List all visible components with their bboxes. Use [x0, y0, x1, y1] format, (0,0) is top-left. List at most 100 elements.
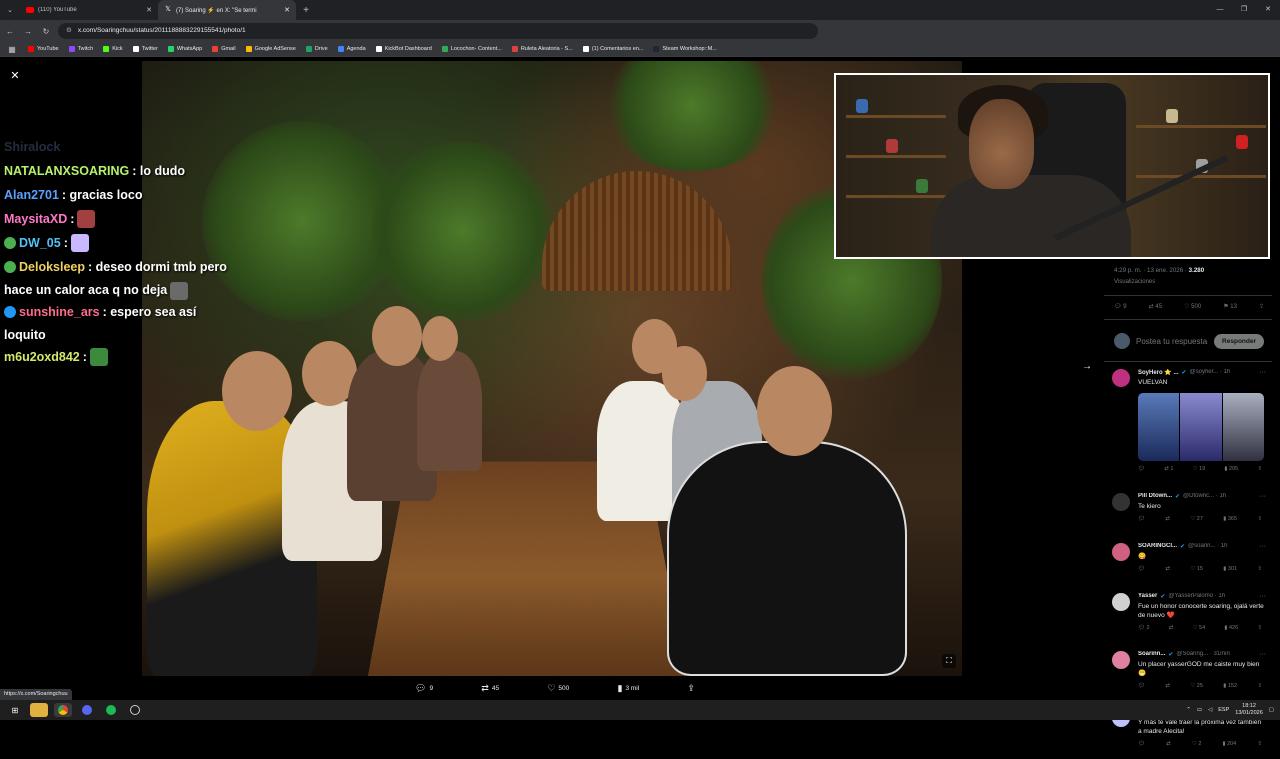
spotify-icon[interactable]	[102, 703, 120, 717]
analytics-icon[interactable]: ▮ 365	[1223, 516, 1237, 522]
bookmark-item[interactable]: Locochon- Content...	[441, 46, 502, 52]
more-options-icon[interactable]: ···	[1259, 543, 1266, 550]
tweet-media[interactable]	[1138, 393, 1264, 461]
reply-tweet[interactable]: Yasser ✔ @YasserPalomo · 1h ··· Fue un honor…	[1112, 593, 1267, 643]
tweet-author-name[interactable]: SoyHero ⭐ ...	[1138, 369, 1178, 376]
reply-icon[interactable]: 💬︎ 2	[1138, 625, 1150, 631]
tweet-author-name[interactable]: Yasser	[1138, 593, 1157, 600]
reply-input[interactable]: Postea tu respuesta	[1136, 337, 1208, 346]
repost-icon[interactable]: ⇄	[1166, 741, 1171, 747]
reload-icon[interactable]: ↻	[40, 27, 52, 36]
avatar[interactable]	[1112, 593, 1130, 611]
heart-icon[interactable]: ♡ 25	[1190, 683, 1203, 689]
bookmark-item[interactable]: KickBot Dashboard	[375, 46, 432, 52]
repost-icon[interactable]: ⇄ 1	[1164, 466, 1173, 472]
analytics-icon[interactable]: ▮ 204	[1223, 741, 1237, 747]
analytics-icon[interactable]: ▮ 426	[1224, 625, 1238, 631]
repost-button[interactable]: ⇄ 45	[481, 681, 499, 695]
network-icon[interactable]: ▭	[1197, 707, 1202, 713]
like-button[interactable]: ♡ 500	[547, 681, 569, 695]
site-info-icon[interactable]: ⚙	[66, 23, 72, 39]
reply-icon[interactable]: 💬︎	[1138, 566, 1145, 572]
share-icon[interactable]: ⇪	[1257, 625, 1262, 631]
reply-tweet[interactable]: SoyHero ⭐ ... ✔ @soyher... · 1h ··· VUELVAN 💬…	[1112, 369, 1267, 487]
like-stat[interactable]: ♡ 500	[1184, 303, 1201, 310]
reply-icon[interactable]: 💬︎	[1138, 516, 1145, 522]
views-button[interactable]: ▮ 3 mil	[617, 681, 639, 695]
share-icon[interactable]: ⇪	[1257, 683, 1262, 689]
heart-icon[interactable]: ♡ 54	[1193, 625, 1206, 631]
windows-start-icon[interactable]: ⊞	[6, 703, 24, 717]
share-icon[interactable]: ⇪	[1257, 516, 1262, 522]
share-icon[interactable]: ⇪	[1259, 303, 1264, 310]
chevron-up-icon[interactable]: ⌃	[1186, 707, 1191, 713]
more-options-icon[interactable]: ···	[1259, 593, 1266, 600]
analytics-icon[interactable]: ▮ 301	[1223, 566, 1237, 572]
obs-icon[interactable]	[126, 703, 144, 717]
apps-grid-icon[interactable]: ▦	[6, 45, 18, 54]
tab-search-icon[interactable]: ⌄	[0, 6, 20, 14]
close-icon[interactable]: ✕	[8, 69, 22, 83]
reply-icon[interactable]: 💬︎	[1138, 466, 1145, 472]
url-bar[interactable]: ⚙ x.com/Soaringchuu/status/2011188883229…	[58, 23, 818, 39]
back-arrow-icon[interactable]: ←	[4, 27, 16, 36]
analytics-icon[interactable]: ▮ 205	[1224, 466, 1238, 472]
reply-stat[interactable]: 💬︎ 9	[1114, 303, 1127, 310]
bookmark-item[interactable]: Steam Workshop::M...	[653, 46, 717, 52]
forward-arrow-icon[interactable]: →	[22, 27, 34, 36]
reply-submit-button[interactable]: Responder	[1214, 333, 1264, 349]
bookmark-item[interactable]: WhatsApp	[167, 46, 202, 52]
bookmark-stat[interactable]: ⚑ 13	[1223, 303, 1237, 310]
tab-youtube[interactable]: (110) YouTube ✕	[20, 0, 158, 20]
heart-icon[interactable]: ♡ 27	[1190, 516, 1203, 522]
reply-icon[interactable]: 💬︎	[1138, 683, 1145, 689]
share-icon[interactable]: ⇪	[1257, 466, 1262, 472]
bookmark-item[interactable]: Twitter	[132, 46, 158, 52]
bookmark-item[interactable]: Drive	[305, 46, 328, 52]
tweet-author-name[interactable]: Pill Dtown...	[1138, 493, 1172, 500]
file-explorer-icon[interactable]	[30, 703, 48, 717]
tab-x-post[interactable]: 𝕏 (7) Soaring ⚡ en X: "Se termi ✕	[158, 0, 296, 20]
avatar[interactable]	[1112, 493, 1130, 511]
bookmark-item[interactable]: Ruleta Aleatoria - S...	[511, 46, 573, 52]
bookmark-item[interactable]: Google AdSense	[245, 46, 296, 52]
new-tab-button[interactable]: +	[296, 5, 316, 16]
more-options-icon[interactable]: ···	[1259, 369, 1266, 376]
maximize-icon[interactable]: ❐	[1232, 0, 1256, 20]
bookmark-item[interactable]: Gmail	[212, 46, 236, 52]
reply-tweet[interactable]: SOARINGCI... ✔ @soarin... · 1h ··· 😋 💬︎ ⇄ ♡ 1…	[1112, 543, 1267, 593]
more-options-icon[interactable]: ···	[1259, 651, 1266, 658]
reply-icon[interactable]: 💬︎	[1138, 741, 1145, 747]
repost-icon[interactable]: ⇄	[1165, 683, 1170, 689]
bookmark-item[interactable]: Kick	[103, 46, 123, 52]
next-arrow-icon[interactable]: →	[1082, 361, 1092, 372]
heart-icon[interactable]: ♡ 2	[1192, 741, 1202, 747]
avatar[interactable]	[1112, 651, 1130, 669]
tweet-author-name[interactable]: Soarinn...	[1138, 651, 1165, 658]
bookmark-item[interactable]: Twitch	[68, 46, 93, 52]
avatar[interactable]	[1112, 543, 1130, 561]
repost-stat[interactable]: ⇄ 45	[1149, 303, 1162, 310]
reply-tweet[interactable]: Soarinn... ✔ @Soaring... · 31min ··· Un plac…	[1112, 651, 1267, 701]
repost-icon[interactable]: ⇄	[1165, 516, 1170, 522]
bookmark-item[interactable]: YouTube	[28, 46, 59, 52]
bookmark-item[interactable]: (1) Comentarios en...	[582, 46, 643, 52]
share-icon[interactable]: ⇪	[1257, 566, 1262, 572]
heart-icon[interactable]: ♡ 19	[1193, 466, 1206, 472]
minimize-icon[interactable]: —	[1208, 0, 1232, 20]
tweet-author-name[interactable]: SOARINGCI...	[1138, 543, 1177, 550]
close-icon[interactable]: ✕	[284, 6, 290, 14]
volume-icon[interactable]: ◁	[1208, 707, 1212, 713]
heart-icon[interactable]: ♡ 15	[1190, 566, 1203, 572]
close-window-icon[interactable]: ✕	[1256, 0, 1280, 20]
reply-button[interactable]: 💬︎ 9	[415, 681, 433, 695]
repost-icon[interactable]: ⇄	[1169, 625, 1174, 631]
discord-icon[interactable]	[78, 703, 96, 717]
clock[interactable]: 18:12 13/01/2026	[1235, 703, 1263, 717]
reply-tweet[interactable]: Pill Dtown... ✔ @Dtownc... · 1h ··· Te kiero…	[1112, 493, 1267, 543]
more-options-icon[interactable]: ···	[1259, 493, 1266, 500]
repost-icon[interactable]: ⇄	[1165, 566, 1170, 572]
language-indicator[interactable]: ESP	[1218, 707, 1229, 713]
share-button[interactable]: ⇪	[687, 681, 695, 695]
bookmark-item[interactable]: Agenda	[337, 46, 366, 52]
